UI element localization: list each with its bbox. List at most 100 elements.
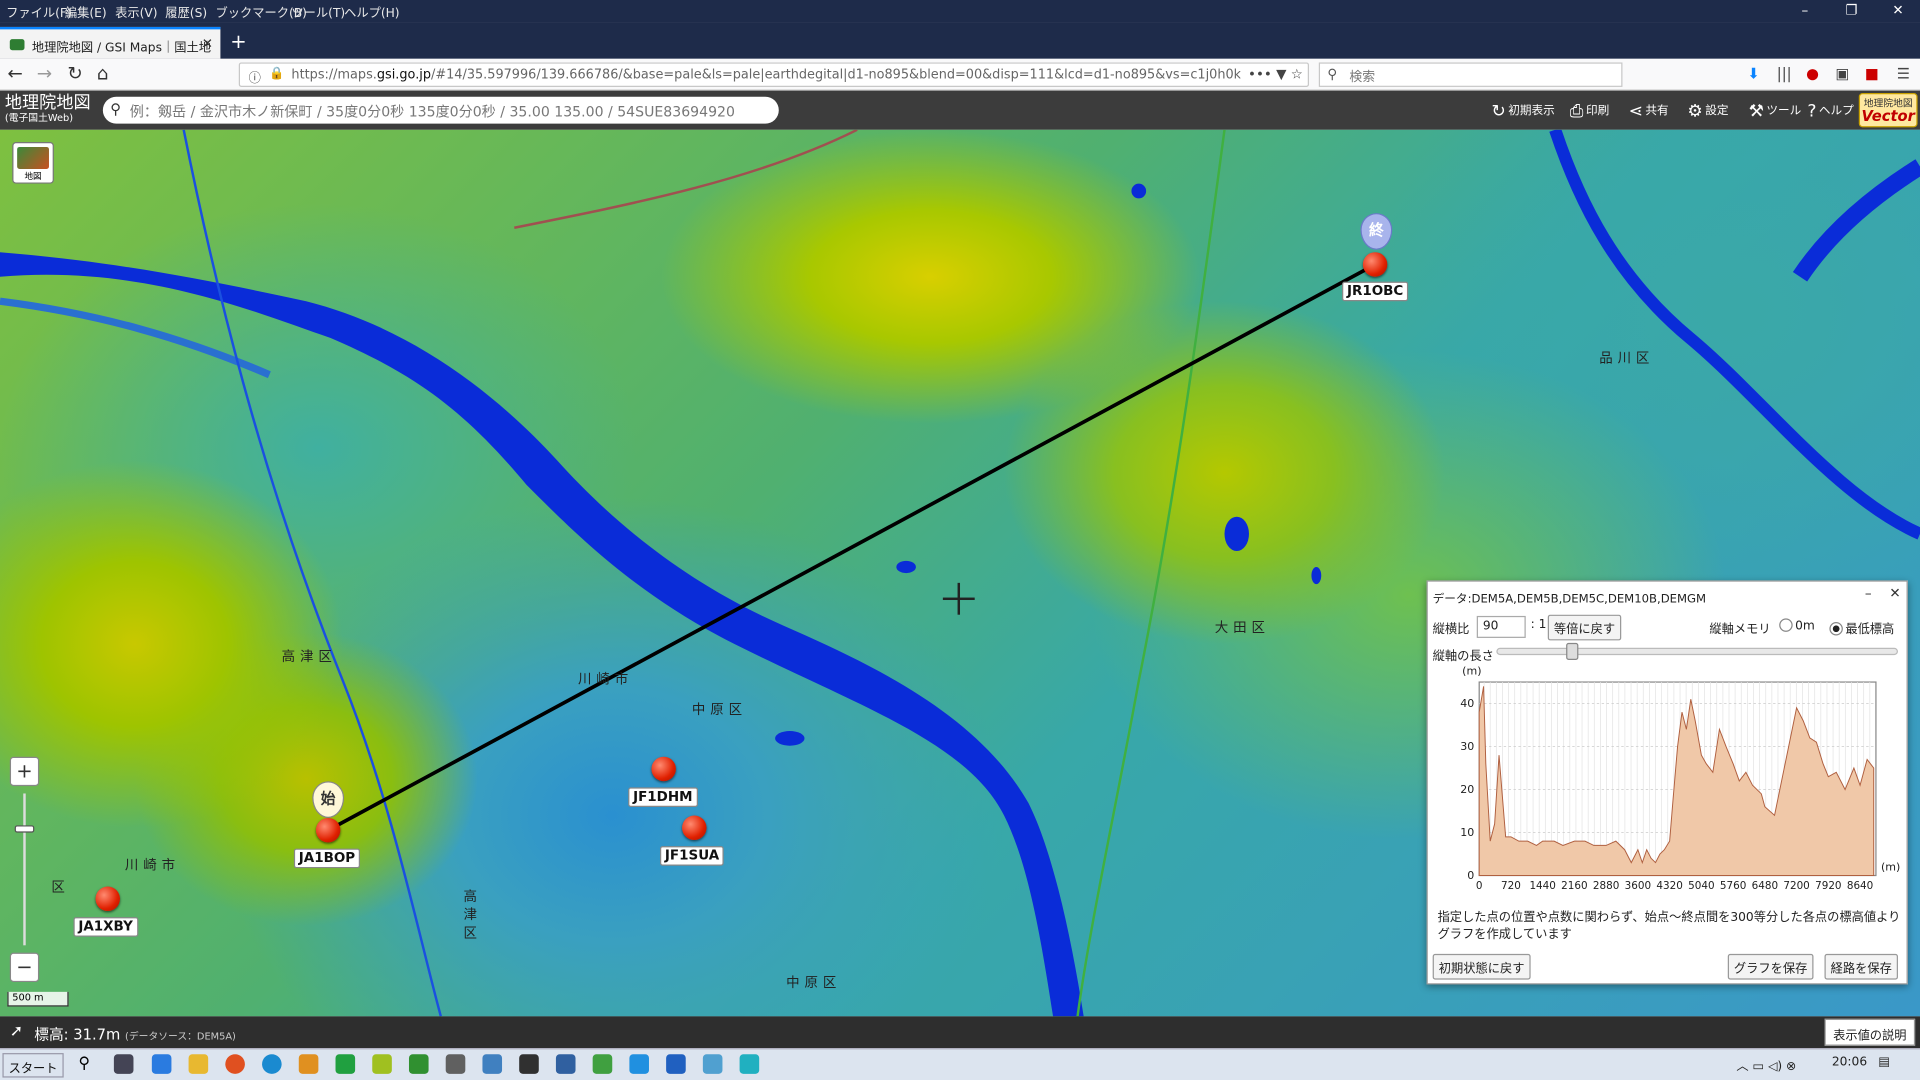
app-icon[interactable] <box>739 1054 760 1074</box>
app-icon[interactable] <box>519 1054 539 1074</box>
settings-button[interactable]: ⚙ 設定 <box>1687 100 1728 122</box>
forward-icon[interactable]: → <box>37 62 52 84</box>
station-pin[interactable] <box>682 815 707 841</box>
app-icon[interactable] <box>372 1054 392 1074</box>
share-label: 共有 <box>1645 104 1669 118</box>
layer-selector-label: 地図 <box>24 171 42 182</box>
app-icon[interactable] <box>408 1054 429 1074</box>
reset-state-button[interactable]: 初期状態に戻す <box>1432 953 1531 980</box>
station-pin[interactable] <box>651 756 676 782</box>
y-tick-label: 0 <box>1467 869 1474 882</box>
address-bar[interactable]: ⓘ 🔒 https://maps.gsi.go.jp/#14/35.597996… <box>238 62 1309 87</box>
download-icon[interactable]: ⬇ <box>1747 65 1759 82</box>
help-button[interactable]: ? ヘルプ <box>1807 100 1853 122</box>
x-tick-label: 3600 <box>1625 880 1651 890</box>
menu-help[interactable]: ヘルプ(H) <box>344 2 400 20</box>
station-pin[interactable] <box>315 817 341 843</box>
ie-icon[interactable] <box>151 1054 172 1074</box>
hamburger-menu-icon[interactable]: ☰ <box>1897 65 1910 82</box>
reload-icon[interactable]: ↻ <box>67 62 82 84</box>
map-label-ota: 大田区 <box>1214 619 1270 636</box>
layer-selector-button[interactable]: 地図 <box>12 142 54 184</box>
folder-icon[interactable] <box>188 1054 209 1074</box>
back-icon[interactable]: ← <box>7 62 22 84</box>
firefox-icon[interactable] <box>225 1054 245 1074</box>
task-view-icon[interactable] <box>113 1054 134 1074</box>
station-pin[interactable] <box>1362 252 1388 277</box>
app-icon[interactable] <box>335 1054 356 1074</box>
memory-option-min[interactable]: 最低標高 <box>1825 618 1895 637</box>
menu-history[interactable]: 履歴(S) <box>165 2 207 20</box>
app-icon[interactable] <box>702 1054 723 1074</box>
station-pin[interactable] <box>95 886 121 912</box>
gsi-favicon-icon <box>9 39 25 51</box>
memory-label: 縦軸メモリ <box>1709 623 1771 637</box>
app-icon[interactable] <box>592 1054 613 1074</box>
vector-badge[interactable]: 地理院地図 Vector <box>1858 93 1918 128</box>
clock[interactable]: 20:06 <box>1832 1056 1867 1069</box>
home-icon[interactable]: ⌂ <box>97 62 109 84</box>
save-graph-button[interactable]: グラフを保存 <box>1727 953 1814 980</box>
pond <box>1224 516 1249 552</box>
gear-icon: ⚙ <box>1687 101 1703 122</box>
reset-ratio-button[interactable]: 等倍に戻す <box>1547 614 1622 641</box>
zoom-slider-track[interactable] <box>23 793 26 946</box>
tools-button[interactable]: ⚒ ツール <box>1748 100 1802 122</box>
panel-minimize-icon[interactable]: – <box>1865 585 1872 601</box>
close-window-icon[interactable]: ✕ <box>1876 0 1920 22</box>
adblock-icon[interactable]: ● <box>1806 65 1819 82</box>
tray-icons[interactable]: ︿ ▭ ◁) ⊗ <box>1736 1056 1796 1073</box>
tools-icon: ⚒ <box>1748 101 1764 122</box>
print-button[interactable]: ⎙ 印刷 <box>1570 100 1609 122</box>
memory-option-min-label: 最低標高 <box>1845 623 1895 637</box>
memory-option-zero[interactable]: 0m <box>1774 618 1815 633</box>
browser-tab[interactable]: 地理院地図 / GSI Maps｜国土地 ✕ <box>0 26 221 59</box>
menu-edit[interactable]: 編集(E) <box>65 2 107 20</box>
page-actions-icon[interactable]: ••• ▼ ☆ <box>1240 66 1303 83</box>
app-icon[interactable] <box>298 1054 319 1074</box>
app-icon[interactable] <box>666 1054 686 1074</box>
restore-icon[interactable]: ❐ <box>1829 0 1873 22</box>
tab-close-icon[interactable]: ✕ <box>202 36 213 52</box>
app-icon[interactable] <box>482 1054 503 1074</box>
axis-length-slider[interactable] <box>1496 642 1898 661</box>
status-bar: ➚ 標高: 31.7m (データソース：DEM5A) 表示値の説明 <box>0 1016 1920 1049</box>
place-search-input[interactable]: ⚲ 例：剱岳 / 金沢市木ノ新保町 / 35度0分0秒 135度0分0秒 / 3… <box>102 96 779 124</box>
app-icon[interactable] <box>555 1054 576 1074</box>
menu-tools[interactable]: ツール(T) <box>291 2 345 20</box>
library-icon[interactable]: ||| <box>1777 65 1792 82</box>
browser-search-box[interactable]: ⚲ 検索 <box>1318 62 1623 87</box>
save-route-button[interactable]: 経路を保存 <box>1824 953 1898 980</box>
zoom-out-button[interactable]: − <box>9 952 40 983</box>
sidebar-icon[interactable]: ▣ <box>1836 65 1850 82</box>
logo-title: 地理院地図 <box>4 93 91 113</box>
menu-view[interactable]: 表示(V) <box>115 2 157 20</box>
app-icon[interactable] <box>445 1054 466 1074</box>
y-tick-label: 40 <box>1460 697 1474 710</box>
search-icon[interactable]: ⚲ <box>78 1054 98 1074</box>
ratio-input[interactable]: 90 <box>1476 615 1526 638</box>
gsi-logo[interactable]: 地理院地図 (電子国土Web) <box>4 93 91 124</box>
menu-file[interactable]: ファイル(F) <box>6 2 72 20</box>
share-button[interactable]: ⋖ 共有 <box>1628 100 1669 122</box>
zoom-slider-handle[interactable] <box>14 825 35 833</box>
info-icon[interactable]: ⓘ <box>249 67 261 85</box>
notification-icon[interactable]: ▤ <box>1878 1056 1890 1069</box>
panel-close-icon[interactable]: ✕ <box>1889 585 1900 601</box>
elevation-value: 標高: 31.7m <box>34 1026 121 1044</box>
new-tab-icon[interactable]: + <box>230 29 246 52</box>
edge-icon[interactable] <box>262 1054 282 1074</box>
value-legend-button[interactable]: 表示値の説明 <box>1824 1018 1916 1046</box>
x-tick-label: 7920 <box>1815 880 1841 890</box>
share-icon: ⋖ <box>1628 101 1643 122</box>
x-tick-label: 7200 <box>1783 880 1809 890</box>
minimize-icon[interactable]: – <box>1783 0 1827 22</box>
zoom-in-button[interactable]: + <box>9 756 40 787</box>
reset-view-button[interactable]: ↻ 初期表示 <box>1491 100 1554 122</box>
elevation-source: (データソース：DEM5A) <box>125 1031 236 1043</box>
extension-off-icon[interactable]: ■ <box>1865 65 1879 82</box>
app-icon[interactable] <box>629 1054 649 1074</box>
elevation-readout: 標高: 31.7m (データソース：DEM5A) <box>34 1024 236 1045</box>
start-button[interactable]: スタート <box>2 1053 64 1078</box>
station-label: JF1SUA <box>660 846 725 866</box>
